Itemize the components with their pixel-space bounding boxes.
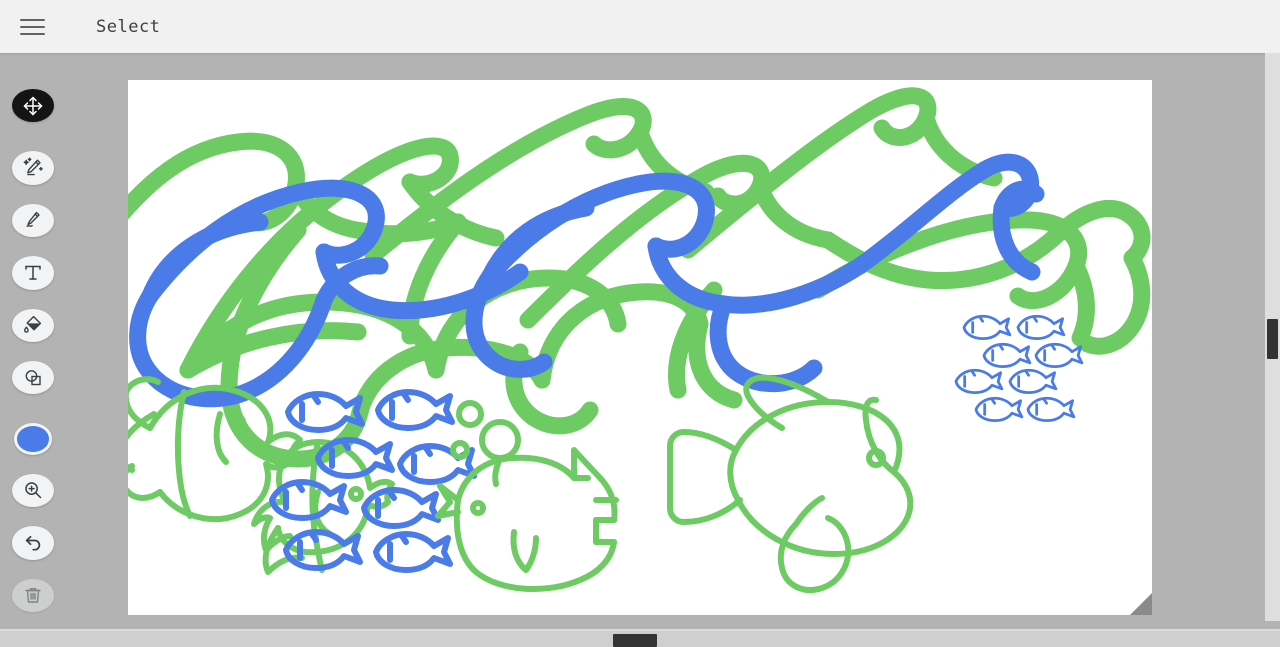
hamburger-bar [19,18,45,21]
wave-strokes-green[interactable] [128,87,1095,379]
horizontal-scrollbar-thumb[interactable] [613,634,657,647]
shapes-icon [25,369,41,385]
zoom-tool[interactable] [12,473,54,508]
header-shadow [0,53,1280,56]
drawing-canvas[interactable] [128,80,1152,615]
move-tool[interactable] [12,89,54,123]
fish-school-blue-large[interactable] [269,389,477,573]
tool-sidebar [0,56,66,631]
hamburger-menu-icon[interactable] [10,5,54,49]
bubble-large [456,400,484,428]
text-tool[interactable] [12,256,54,290]
bubble-medium [479,419,521,461]
undo-arrow-icon [25,535,41,551]
pen-tool[interactable] [12,203,54,238]
undo-tool[interactable] [12,526,54,560]
app-header: Select [0,0,1280,53]
pen-icon [26,212,40,228]
text-T-icon [25,265,41,280]
vertical-scrollbar[interactable] [1265,53,1280,621]
page-title: Select [96,16,161,37]
big-fish-green[interactable] [667,374,914,593]
magnifier-plus-icon [25,482,42,499]
horizontal-scrollbar[interactable] [0,631,1280,647]
trash-icon [25,588,41,603]
vertical-scrollbar-thumb[interactable] [1267,319,1278,359]
paint-bucket-icon [24,316,42,333]
bubble-small [450,440,470,460]
hamburger-bar [19,32,45,35]
fill-tool[interactable] [12,308,54,342]
color-swatch[interactable] [14,423,52,455]
magic-pencil-icon [23,157,43,176]
canvas-resize-handle[interactable] [1130,593,1152,615]
shapes-tool[interactable] [12,360,54,395]
hamburger-bar [19,25,45,28]
fish-school-blue-small[interactable] [954,314,1084,422]
canvas-area[interactable] [128,80,1152,615]
magic-pen-tool[interactable] [12,151,54,185]
move-arrows-icon [23,96,43,115]
canvas-drawing [128,87,1151,593]
delete-tool[interactable] [12,578,54,612]
bubble-fish-green[interactable] [435,400,619,592]
